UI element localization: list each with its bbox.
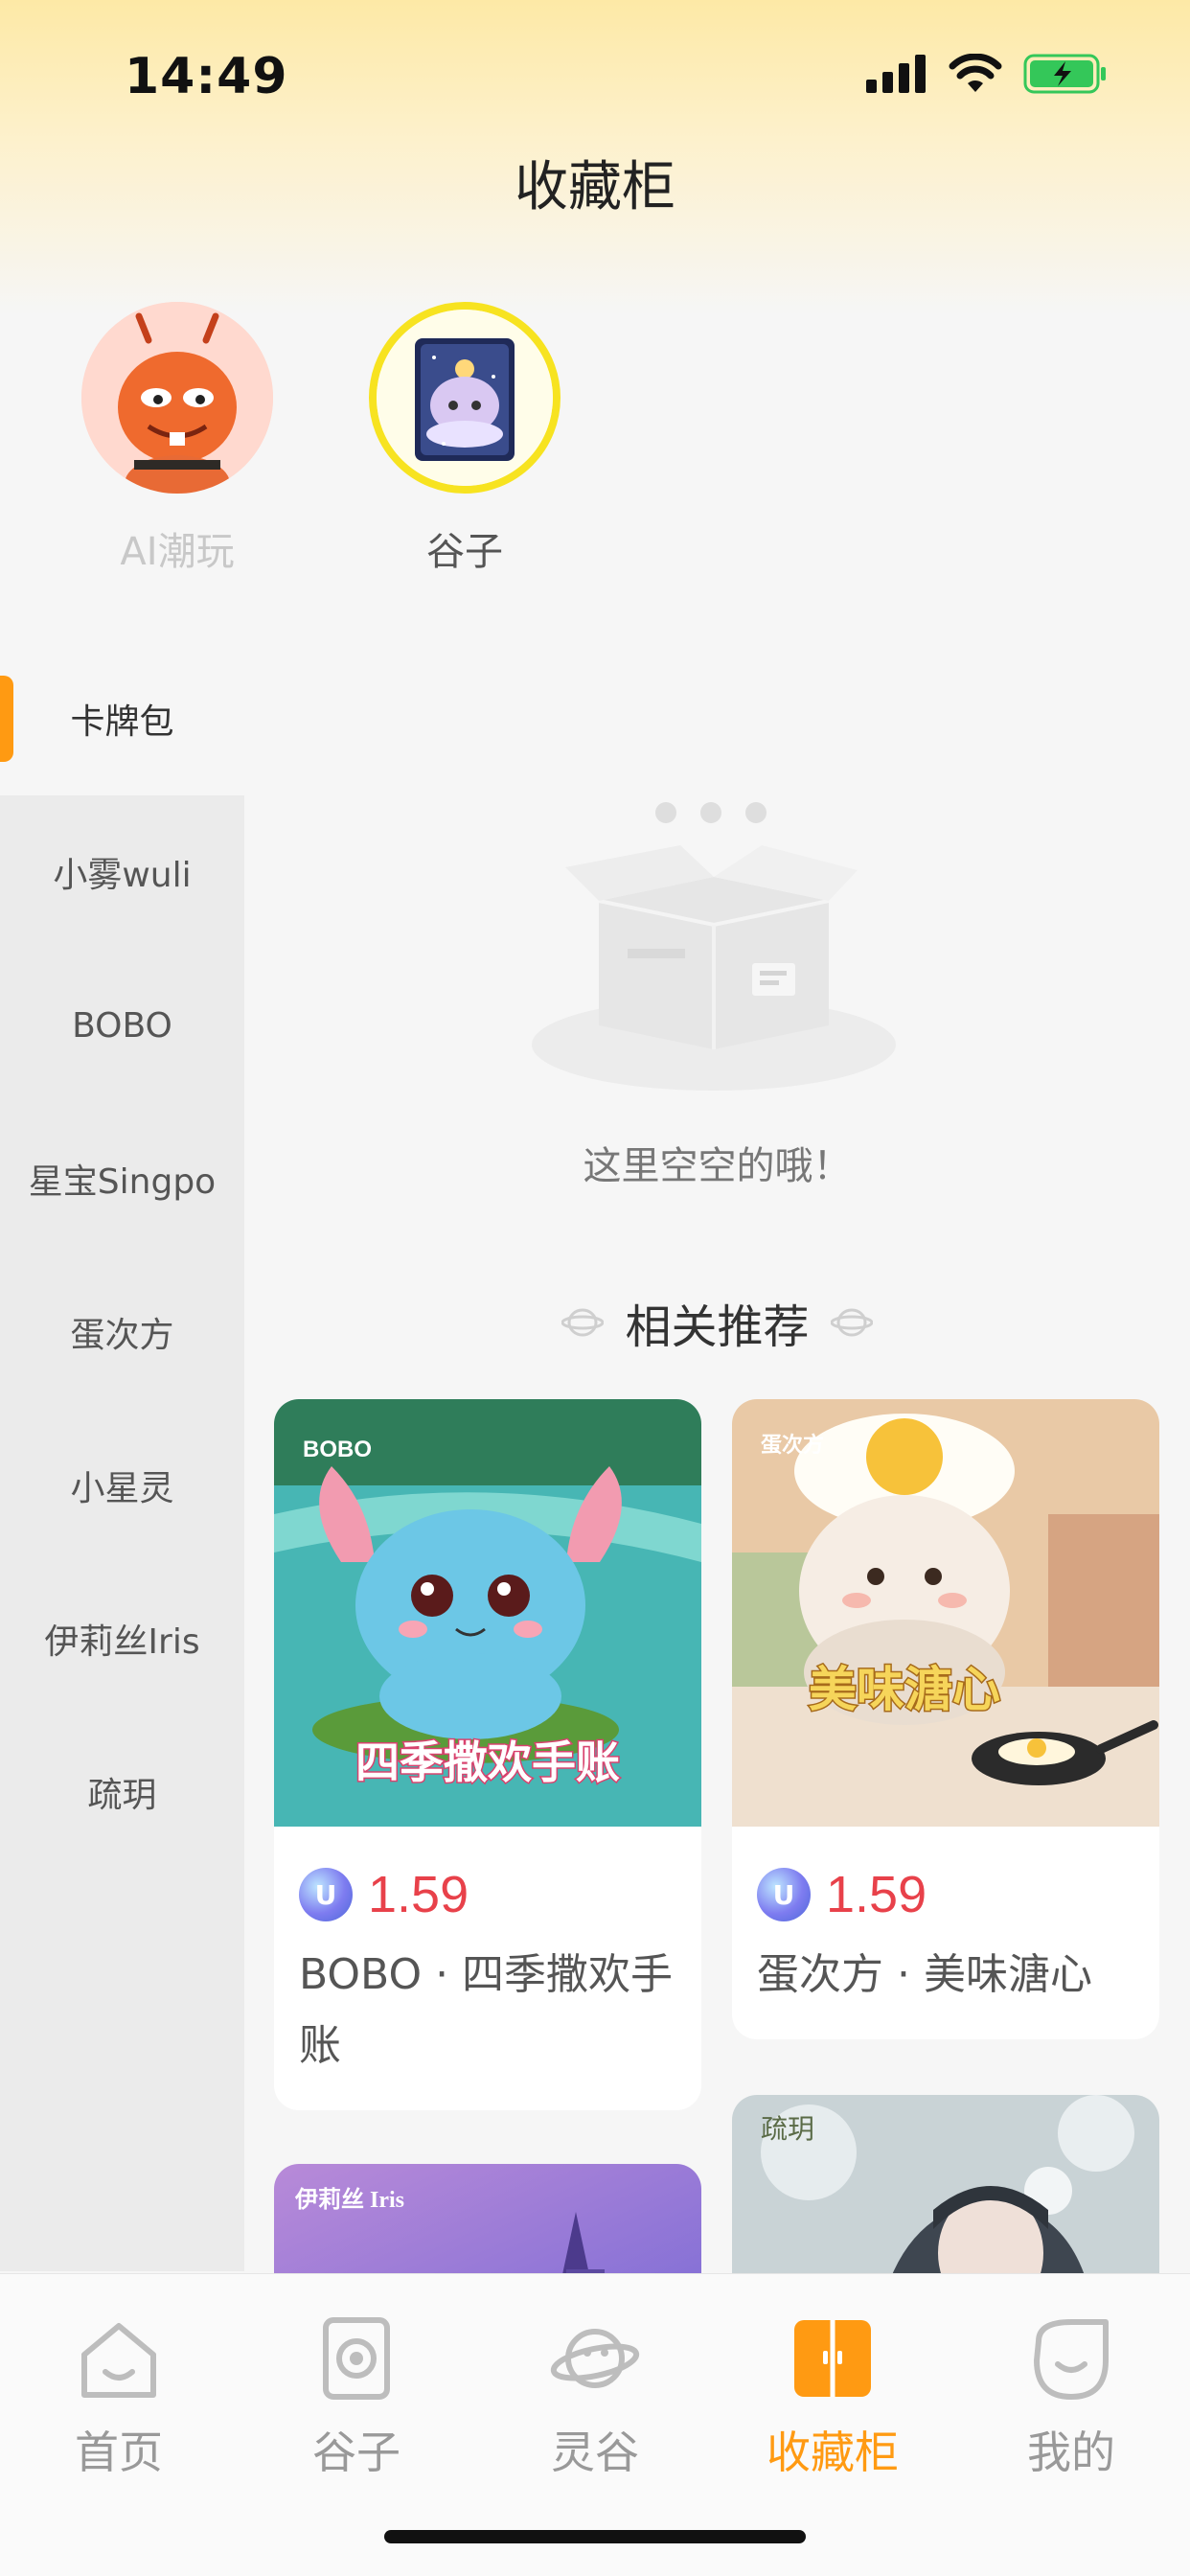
product-image-brand: 伊莉丝 Iris	[294, 2186, 404, 2213]
signal-icon	[866, 55, 926, 93]
status-time: 14:49	[125, 48, 288, 105]
price-row: U 1.59	[274, 1827, 701, 1924]
sidebar-list: 小雾wuli BOBO 星宝Singpo 蛋次方 小星灵 伊莉丝Iris 疏玥	[0, 795, 244, 2271]
status-bar: 14:49	[0, 0, 1190, 144]
sidebar-item-active[interactable]: 卡牌包	[0, 642, 244, 795]
tab-linggu[interactable]: 灵谷	[499, 2312, 691, 2481]
coin-icon: U	[299, 1868, 353, 1921]
empty-state-text: 这里空空的哦！	[583, 1144, 852, 1188]
product-price: 1.59	[826, 1866, 927, 1923]
product-price: 1.59	[368, 1866, 469, 1923]
product-image-brand: 蛋次方	[761, 1433, 824, 1458]
tab-linggu-label: 灵谷	[551, 2426, 639, 2478]
sidebar-item-dancifang[interactable]: 蛋次方	[0, 1255, 244, 1409]
tab-profile[interactable]: 我的	[975, 2312, 1167, 2481]
sidebar-item-iris[interactable]: 伊莉丝Iris	[0, 1562, 244, 1715]
profile-icon	[1034, 2319, 1109, 2400]
recommend-right-icon	[830, 1308, 873, 1337]
tab-guzi[interactable]: 谷子	[261, 2312, 452, 2481]
active-indicator	[0, 676, 13, 762]
empty-box-illustration	[522, 786, 905, 1102]
tab-home-label: 首页	[75, 2426, 163, 2478]
product-image-caption: 美味溏心	[809, 1662, 1000, 1717]
product-image-brand: BOBO	[303, 1437, 372, 1462]
sidebar-item-singpo[interactable]: 星宝Singpo	[0, 1102, 244, 1255]
tab-cabinet-label: 收藏柜	[767, 2426, 899, 2478]
product-image-caption: 四季撒欢手账	[355, 1736, 620, 1788]
category-ai-toys[interactable]: AI潮玩	[77, 302, 278, 576]
status-icons	[866, 54, 1108, 94]
category-guzi-avatar	[369, 302, 561, 494]
battery-charging-icon	[1023, 54, 1106, 94]
category-ai-toys-avatar	[81, 302, 273, 494]
product-image-brand: 疏玥	[761, 2113, 814, 2145]
sidebar-item-xiaowu[interactable]: 小雾wuli	[0, 795, 244, 949]
product-name: BOBO · 四季撒欢手账	[299, 1950, 674, 2070]
wifi-icon	[949, 54, 1002, 92]
price-row: U 1.59	[732, 1827, 1159, 1924]
planet-icon	[550, 2329, 640, 2388]
sidebar-item-shuyue[interactable]: 疏玥	[0, 1715, 244, 1869]
category-guzi-label: 谷子	[426, 530, 503, 574]
recommend-left-icon	[561, 1308, 605, 1337]
tab-cabinet[interactable]: 收藏柜	[737, 2312, 928, 2481]
product-card[interactable]: 蛋次方 美味溏心 U 1.59 蛋次方 · 美味溏心	[732, 1399, 1159, 2039]
cabinet-icon	[794, 2320, 871, 2397]
tab-profile-label: 我的	[1027, 2426, 1115, 2478]
category-guzi[interactable]: 谷子	[364, 302, 565, 576]
tab-guzi-label: 谷子	[312, 2426, 400, 2478]
sidebar-item-label: 卡牌包	[70, 702, 174, 742]
product-name: 蛋次方 · 美味溏心	[757, 1950, 1092, 1999]
page-title: 收藏柜	[515, 156, 675, 218]
sidebar-item-xiaoxingling[interactable]: 小星灵	[0, 1409, 244, 1562]
sidebar-item-bobo[interactable]: BOBO	[0, 949, 244, 1102]
product-image: BOBO 四季撒欢手账	[274, 1399, 701, 1827]
product-image: 蛋次方 美味溏心	[732, 1399, 1159, 1827]
category-ai-toys-label: AI潮玩	[120, 530, 235, 574]
tab-home[interactable]: 首页	[23, 2312, 215, 2481]
guzi-icon	[323, 2317, 390, 2400]
recommend-title: 相关推荐	[625, 1300, 810, 1354]
recommend-header: 相关推荐	[244, 1289, 1190, 1356]
product-card[interactable]: BOBO 四季撒欢手账 U 1.59 BOBO · 四季撒欢手账	[274, 1399, 701, 2110]
home-icon	[81, 2323, 156, 2398]
sidebar: 卡牌包 小雾wuli BOBO 星宝Singpo 蛋次方 小星灵 伊莉丝Iris…	[0, 642, 244, 2271]
coin-icon: U	[757, 1868, 811, 1921]
home-indicator	[384, 2530, 806, 2543]
